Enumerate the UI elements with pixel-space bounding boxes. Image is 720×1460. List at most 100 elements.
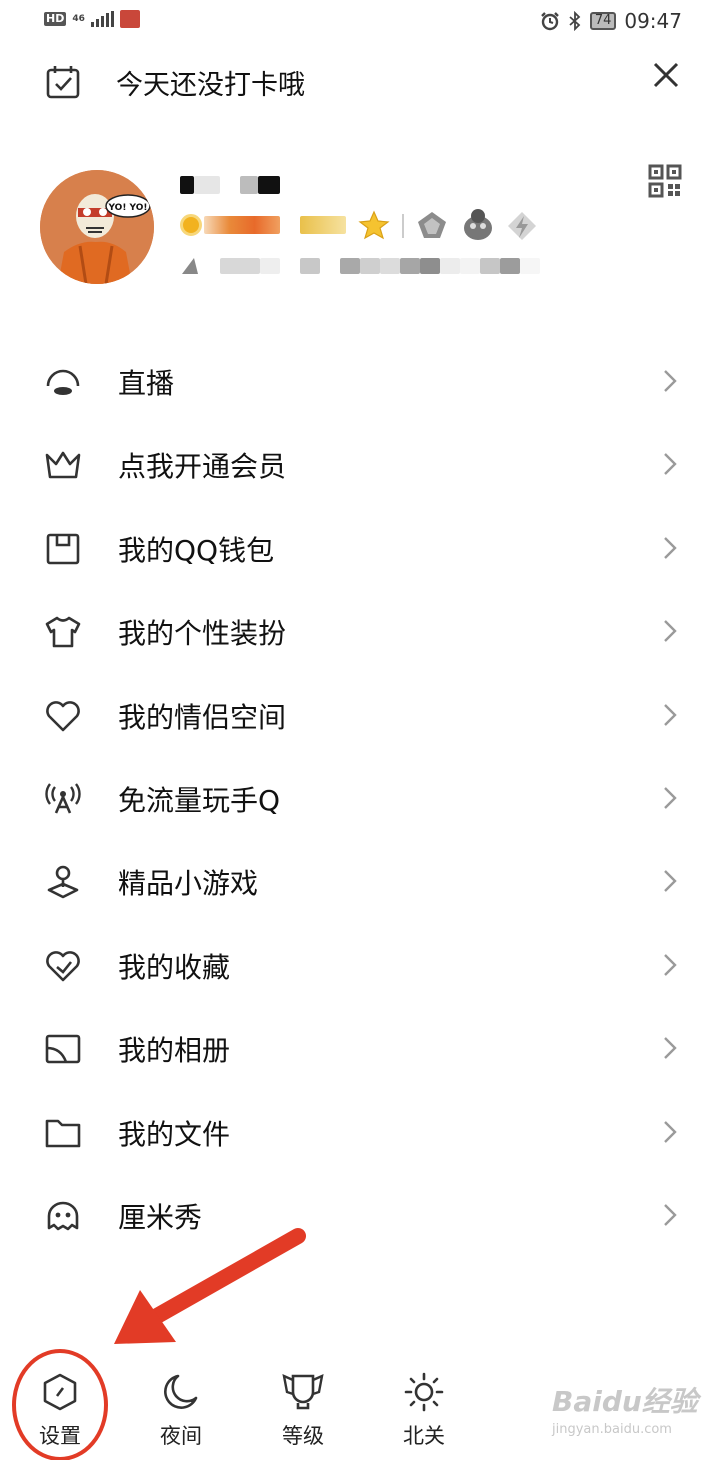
signature-pixel bbox=[380, 258, 400, 274]
menu-item-label: 我的个性装扮 bbox=[118, 617, 287, 651]
heart-icon bbox=[46, 700, 80, 731]
tab-level[interactable]: 等级 bbox=[263, 1372, 343, 1450]
network-type: 46 bbox=[72, 13, 85, 24]
chevron-right-icon bbox=[664, 703, 677, 726]
menu-item-label: 直播 bbox=[118, 367, 175, 400]
vip-badge-blurred bbox=[204, 216, 280, 234]
signature-pixel bbox=[460, 258, 480, 274]
avatar[interactable]: YO! YO! bbox=[40, 170, 154, 284]
signature-icon bbox=[182, 258, 198, 274]
menu-item-label: 我的情侣空间 bbox=[118, 700, 287, 734]
moon-icon bbox=[164, 1374, 198, 1409]
chevron-right-icon bbox=[664, 1120, 677, 1143]
folder-icon bbox=[45, 1119, 81, 1147]
penguin-badge-icon bbox=[464, 209, 492, 240]
signature-pixel bbox=[360, 258, 380, 274]
crown-icon bbox=[45, 452, 81, 479]
star-icon bbox=[358, 210, 390, 240]
chevron-right-icon bbox=[664, 1037, 677, 1059]
menu-item-album[interactable]: 我的相册 bbox=[0, 1007, 720, 1090]
watermark-sub: jingyan.baidu.com bbox=[552, 1422, 672, 1437]
menu-item-live[interactable]: 直播 bbox=[0, 340, 720, 423]
menu-item-label: 点我开通会员 bbox=[118, 450, 287, 484]
settings-hexagon-icon bbox=[43, 1373, 77, 1411]
tab-night[interactable]: 夜间 bbox=[141, 1372, 221, 1450]
chevron-right-icon bbox=[664, 953, 677, 976]
clock: 09:47 bbox=[624, 9, 682, 33]
menu-item-wallet[interactable]: 我的QQ钱包 bbox=[0, 507, 720, 590]
tab-settings[interactable]: 设置 bbox=[20, 1372, 100, 1450]
signal-icon bbox=[90, 11, 114, 27]
live-icon bbox=[46, 369, 80, 395]
checkin-text: 今天还没打卡哦 bbox=[116, 70, 305, 101]
menu-item-couple[interactable]: 我的情侣空间 bbox=[0, 674, 720, 757]
menu-item-favorites[interactable]: 我的收藏 bbox=[0, 924, 720, 1007]
signature-pixel bbox=[500, 258, 520, 274]
favorite-heart-icon bbox=[46, 950, 80, 982]
status-left: HD 46 bbox=[44, 10, 140, 28]
baidu-watermark: Baidu经验 jingyan.baidu.com bbox=[552, 1380, 698, 1437]
signature-pixel bbox=[420, 258, 440, 274]
chevron-right-icon bbox=[664, 536, 677, 559]
checkin-banner[interactable]: 今天还没打卡哦 bbox=[0, 55, 720, 107]
signature-pixel bbox=[220, 258, 260, 274]
tab-label: 夜间 bbox=[160, 1424, 202, 1448]
level-sun-icon bbox=[180, 214, 202, 236]
album-icon bbox=[45, 1034, 81, 1064]
tshirt-icon bbox=[45, 616, 81, 648]
status-bar: HD 46 74 09:47 bbox=[0, 0, 720, 42]
signature-pixel bbox=[300, 258, 320, 274]
status-right: 74 09:47 bbox=[540, 9, 682, 33]
drawer-menu: 直播 点我开通会员 我的QQ钱包 我的个性装扮 我的情侣空间 免流量玩手Q 精品… bbox=[0, 340, 720, 1257]
signature-pixel bbox=[400, 258, 420, 274]
nickname-pixel bbox=[258, 176, 280, 194]
signature-pixel bbox=[440, 258, 460, 274]
chevron-right-icon bbox=[664, 870, 677, 893]
menu-item-games[interactable]: 精品小游戏 bbox=[0, 840, 720, 923]
menu-item-files[interactable]: 我的文件 bbox=[0, 1091, 720, 1174]
app-notification-icon bbox=[119, 10, 140, 28]
menu-item-cmshow[interactable]: 厘米秀 bbox=[0, 1174, 720, 1257]
chevron-right-icon bbox=[664, 453, 677, 476]
tab-label: 北关 bbox=[403, 1424, 445, 1448]
menu-item-label: 厘米秀 bbox=[118, 1200, 203, 1234]
nickname-pixel bbox=[194, 176, 220, 194]
avatar-image: YO! YO! bbox=[40, 170, 154, 284]
sun-icon bbox=[404, 1372, 444, 1412]
menu-item-vip[interactable]: 点我开通会员 bbox=[0, 423, 720, 506]
cmshow-icon bbox=[47, 1201, 79, 1231]
menu-item-label: 我的收藏 bbox=[118, 950, 231, 984]
avatar-speech: YO! YO! bbox=[107, 203, 147, 213]
profile-card[interactable]: YO! YO! bbox=[0, 160, 720, 300]
level-moon-blurred bbox=[300, 216, 346, 234]
hd-badge: HD bbox=[44, 12, 67, 26]
signature-pixel bbox=[260, 258, 280, 274]
rank-badge-icon bbox=[418, 212, 446, 238]
qr-code-icon[interactable] bbox=[648, 164, 682, 198]
nickname-pixel bbox=[180, 176, 194, 194]
joystick-icon bbox=[47, 866, 79, 899]
chevron-right-icon bbox=[664, 620, 677, 643]
chevron-right-icon bbox=[664, 1204, 677, 1226]
trophy-icon bbox=[282, 1373, 324, 1410]
calendar-check-icon bbox=[46, 66, 80, 99]
close-icon[interactable] bbox=[650, 59, 682, 91]
signal-tower-icon bbox=[45, 783, 81, 814]
badge-divider bbox=[402, 214, 404, 238]
wallet-icon bbox=[46, 533, 80, 565]
menu-item-label: 精品小游戏 bbox=[118, 867, 259, 901]
tab-label: 设置 bbox=[39, 1424, 81, 1448]
menu-item-label: 我的文件 bbox=[118, 1117, 231, 1151]
chevron-right-icon bbox=[664, 787, 677, 809]
signature-pixel bbox=[340, 258, 360, 274]
signature-pixel bbox=[480, 258, 500, 274]
menu-item-theme[interactable]: 我的个性装扮 bbox=[0, 590, 720, 673]
menu-item-free-data[interactable]: 免流量玩手Q bbox=[0, 757, 720, 840]
lightning-badge-icon bbox=[508, 212, 536, 240]
tab-label: 等级 bbox=[282, 1424, 324, 1448]
tab-light[interactable]: 北关 bbox=[384, 1372, 464, 1450]
menu-item-label: 我的相册 bbox=[118, 1034, 231, 1068]
bluetooth-icon bbox=[569, 11, 581, 31]
alarm-icon bbox=[540, 12, 559, 31]
nickname-pixel bbox=[240, 176, 258, 194]
